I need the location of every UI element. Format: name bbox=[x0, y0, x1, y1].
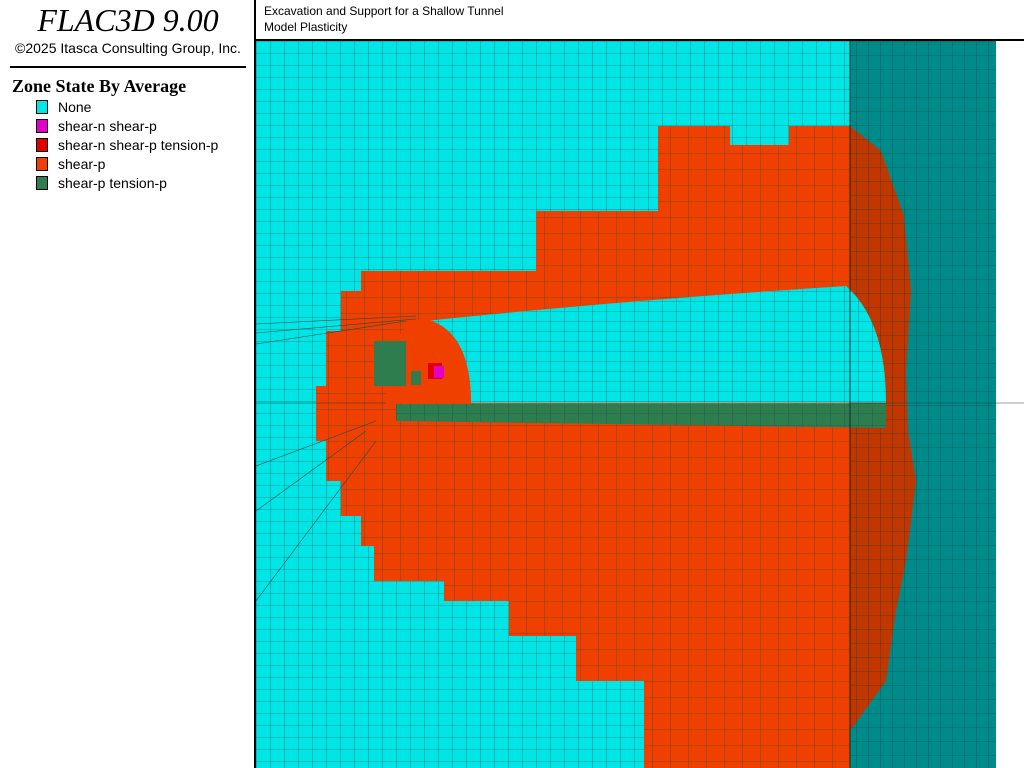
legend-item-label: shear-n shear-p bbox=[58, 118, 157, 134]
legend-swatch bbox=[36, 176, 48, 190]
legend-swatch bbox=[36, 138, 48, 152]
legend-swatch bbox=[36, 119, 48, 133]
legend-item-shear-n-shear-p-tension-p: shear-n shear-p tension-p bbox=[36, 136, 218, 154]
legend-item-label: None bbox=[58, 99, 92, 115]
tunnel-face-tension-b bbox=[411, 371, 421, 385]
model-plot[interactable] bbox=[256, 41, 1024, 768]
legend-title: Zone State By Average bbox=[12, 76, 187, 96]
legend-swatch bbox=[36, 100, 48, 114]
legend-panel: FLAC3D 9.00 ©2025 Itasca Consulting Grou… bbox=[0, 0, 256, 768]
plot-title: Excavation and Support for a Shallow Tun… bbox=[264, 4, 504, 18]
legend-item-shear-p-tension-p: shear-p tension-p bbox=[36, 174, 167, 192]
model-viewport[interactable] bbox=[256, 41, 1024, 768]
divider bbox=[10, 66, 246, 68]
app-title: FLAC3D 9.00 bbox=[37, 2, 219, 38]
plot-header: Excavation and Support for a Shallow Tun… bbox=[256, 0, 1024, 41]
legend-item-label: shear-n shear-p tension-p bbox=[58, 137, 219, 153]
legend-item-none: None bbox=[36, 98, 91, 116]
plot-subtitle: Model Plasticity bbox=[264, 20, 348, 34]
tunnel-face-tension bbox=[374, 341, 406, 386]
tunnel-face-shear-n-p bbox=[434, 366, 444, 378]
legend-item-shear-p: shear-p bbox=[36, 155, 105, 173]
legend-item-shear-n-shear-p: shear-n shear-p bbox=[36, 117, 157, 135]
legend-item-label: shear-p tension-p bbox=[58, 175, 167, 191]
copyright-text: ©2025 Itasca Consulting Group, Inc. bbox=[15, 40, 241, 56]
legend-item-label: shear-p bbox=[58, 156, 106, 172]
legend-swatch bbox=[36, 157, 48, 171]
